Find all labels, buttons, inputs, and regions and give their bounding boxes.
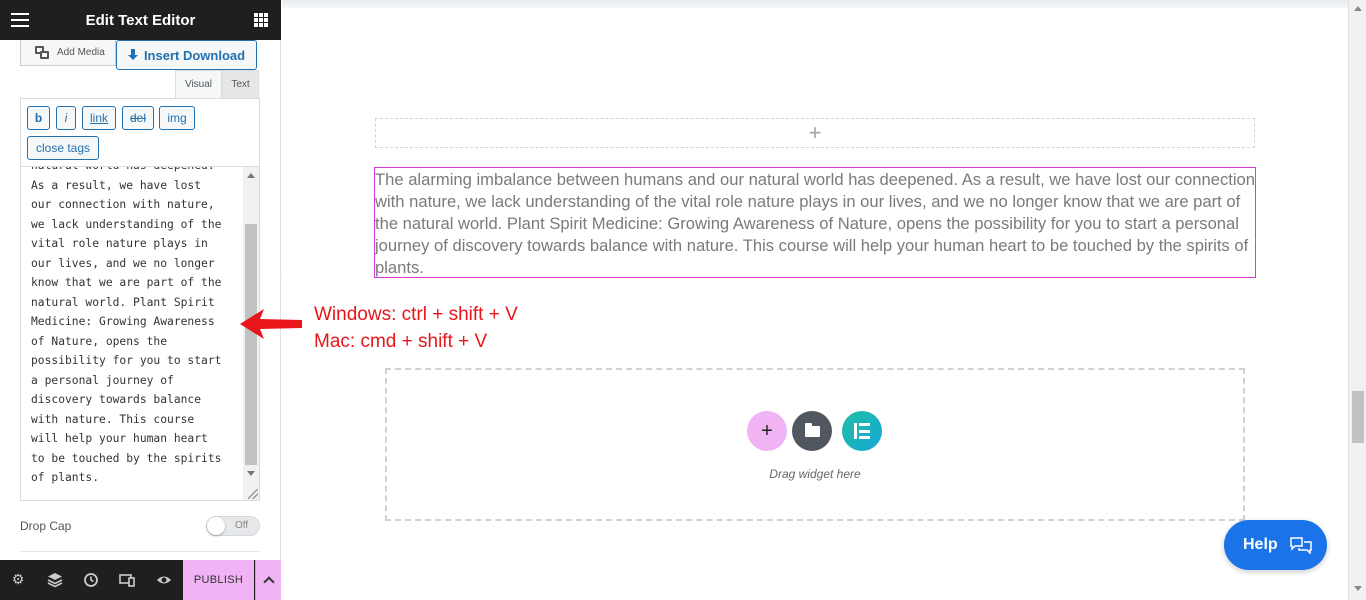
tab-text[interactable]: Text [222,70,259,98]
panel-header: Edit Text Editor [0,0,281,40]
scroll-up-arrow-icon[interactable] [1354,6,1362,11]
link-button[interactable]: link [82,106,116,130]
add-media-button[interactable]: Add Media [20,40,116,66]
add-media-label: Add Media [57,47,105,58]
text-editor-textarea[interactable]: natural world has deepened. As a result,… [20,166,260,501]
add-template-button[interactable] [792,411,832,451]
quicktags-toolbar: b i link del img close tags [20,98,260,166]
insert-download-label: Insert Download [143,47,246,63]
download-icon [127,49,138,61]
help-label: Help [1243,536,1278,553]
add-section-button[interactable]: + [375,118,1255,148]
chat-bubbles-icon [1289,537,1312,554]
scroll-up-arrow-icon[interactable] [247,173,255,178]
windows-shortcut-annotation: Windows: ctrl + shift + V [314,304,518,325]
bold-button[interactable]: b [27,106,50,130]
drag-widget-hint: Drag widget here [769,467,861,481]
settings-icon[interactable]: ⚙ [10,572,26,588]
page-canvas: + The alarming imbalance between humans … [282,0,1348,600]
header-image-strip [282,0,1348,8]
scroll-thumb[interactable] [245,224,257,465]
widget-text[interactable]: The alarming imbalance between humans an… [375,169,1255,279]
red-arrow-icon [240,309,302,339]
media-icon [35,45,51,60]
scroll-thumb[interactable] [1352,391,1364,443]
toggle-knob [207,517,225,535]
text-editor-widget[interactable]: The alarming imbalance between humans an… [374,167,1256,278]
publish-button[interactable]: PUBLISH [183,560,254,600]
editor-panel: Edit Text Editor Add Media Insert Downlo… [0,0,281,600]
add-widget-button[interactable]: + [747,411,787,451]
italic-button[interactable]: i [56,106,76,130]
preview-eye-icon[interactable] [156,572,172,588]
widget-drop-area[interactable]: + Drag widget here [385,368,1245,521]
drop-cap-toggle[interactable]: Off [206,516,260,536]
insert-download-button[interactable]: Insert Download [116,40,257,70]
close-tags-button[interactable]: close tags [27,136,99,160]
mac-shortcut-annotation: Mac: cmd + shift + V [314,331,488,352]
elementor-logo-icon [854,423,870,439]
widgets-grid-icon[interactable] [254,13,268,27]
help-button[interactable]: Help [1224,520,1327,570]
window-scrollbar[interactable] [1348,0,1366,600]
drop-cap-label: Drop Cap [20,519,72,533]
img-button[interactable]: img [159,106,195,130]
divider [20,551,260,552]
editor-content[interactable]: natural world has deepened. As a result,… [31,167,239,488]
layers-icon[interactable] [47,572,63,588]
toggle-state-label: Off [235,520,249,531]
folder-icon [804,422,820,437]
del-button[interactable]: del [122,106,154,130]
panel-title: Edit Text Editor [85,11,196,29]
history-icon[interactable] [83,572,99,588]
scroll-down-arrow-icon[interactable] [247,471,255,476]
responsive-mode-icon[interactable] [119,572,135,588]
tab-visual[interactable]: Visual [175,70,222,98]
scroll-down-arrow-icon[interactable] [1354,586,1362,591]
resize-handle[interactable] [248,489,258,499]
publish-options-chevron-icon[interactable] [255,560,281,600]
elementor-kit-button[interactable] [842,411,882,451]
panel-footer: ⚙ PUBLISH [0,560,281,600]
